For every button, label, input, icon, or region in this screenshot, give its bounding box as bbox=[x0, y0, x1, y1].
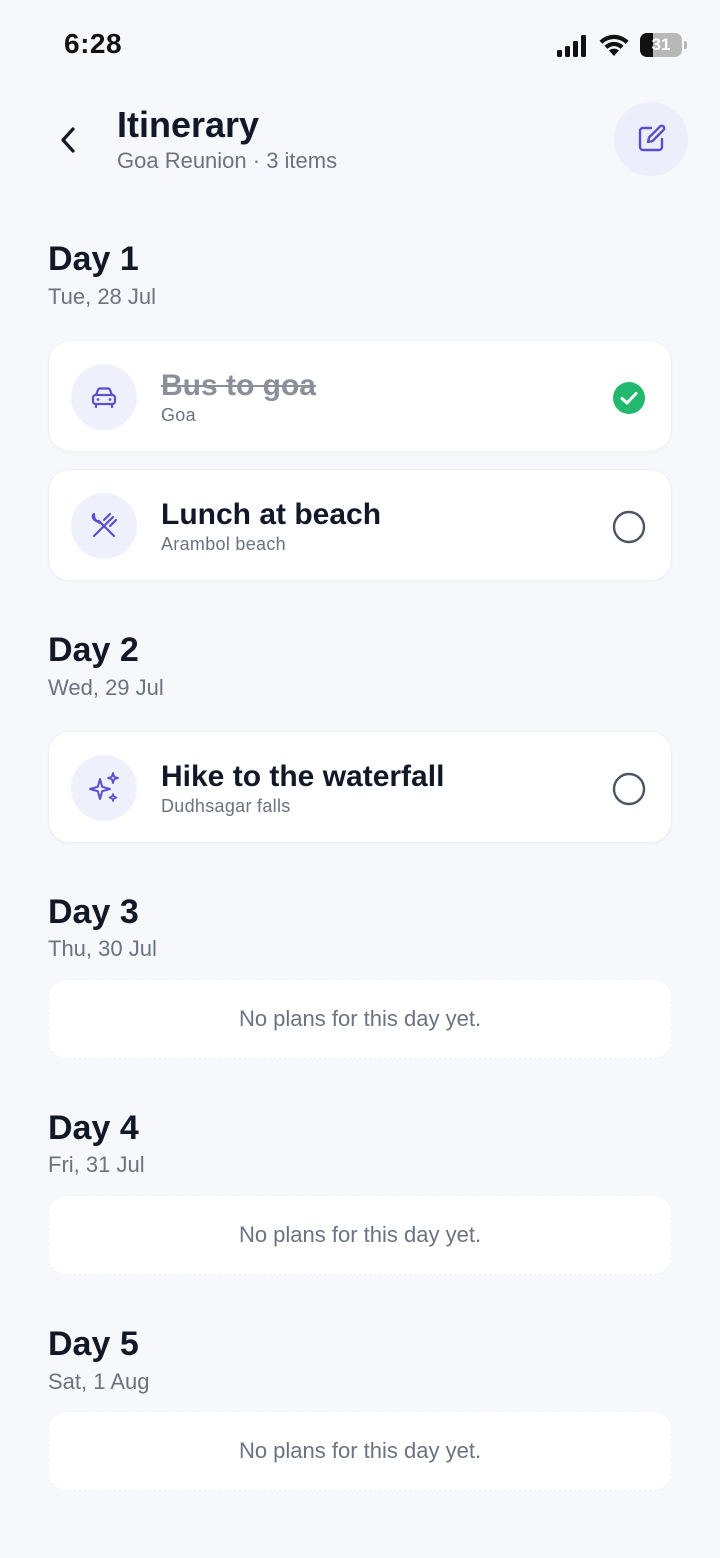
item-icon-container bbox=[71, 755, 137, 821]
day-date: Thu, 30 Jul bbox=[48, 936, 157, 961]
day-date: Sat, 1 Aug bbox=[48, 1369, 150, 1394]
itinerary-item-lunch-at-beach[interactable]: Lunch at beach Arambol beach bbox=[48, 469, 672, 581]
checked-circle-icon[interactable] bbox=[612, 381, 646, 415]
car-icon bbox=[91, 387, 117, 409]
item-icon-container bbox=[71, 364, 137, 430]
battery-indicator: 31 bbox=[640, 33, 688, 57]
unchecked-circle-icon[interactable] bbox=[612, 772, 646, 806]
day-title: Day 3 bbox=[48, 893, 139, 931]
utensils-icon bbox=[91, 512, 118, 538]
page-title: Itinerary bbox=[117, 104, 260, 145]
edit-button[interactable] bbox=[614, 102, 688, 176]
chevron-left-icon bbox=[61, 127, 75, 153]
sparkles-icon bbox=[89, 772, 119, 802]
item-title: Hike to the waterfall bbox=[161, 760, 445, 793]
item-title: Lunch at beach bbox=[161, 498, 382, 531]
status-time: 6:28 bbox=[64, 28, 123, 59]
empty-day-placeholder: No plans for this day yet. bbox=[48, 979, 672, 1059]
item-icon-container bbox=[71, 493, 137, 559]
cellular-signal-icon bbox=[557, 35, 586, 57]
day-title: Day 4 bbox=[48, 1109, 139, 1147]
item-location: Dudhsagar falls bbox=[161, 796, 291, 816]
day-date: Fri, 31 Jul bbox=[48, 1152, 145, 1177]
day-date: Wed, 29 Jul bbox=[48, 675, 164, 700]
empty-day-placeholder: No plans for this day yet. bbox=[48, 1411, 672, 1491]
edit-icon bbox=[638, 124, 666, 152]
battery-percent: 31 bbox=[651, 35, 671, 54]
item-location: Goa bbox=[161, 405, 196, 425]
back-button[interactable] bbox=[48, 118, 88, 162]
status-bar: 6:28 31 bbox=[0, 0, 720, 92]
wifi-icon bbox=[599, 34, 629, 56]
itinerary-item-hike-to-the-waterfall[interactable]: Hike to the waterfall Dudhsagar falls bbox=[48, 731, 672, 843]
item-location: Arambol beach bbox=[161, 534, 286, 554]
empty-day-placeholder: No plans for this day yet. bbox=[48, 1195, 672, 1275]
itinerary-item-bus-to-goa[interactable]: Bus to goa Goa bbox=[48, 340, 672, 452]
day-title: Day 2 bbox=[48, 631, 139, 669]
unchecked-circle-icon[interactable] bbox=[612, 510, 646, 544]
day-date: Tue, 28 Jul bbox=[48, 284, 157, 309]
day-title: Day 5 bbox=[48, 1325, 139, 1363]
page-subtitle: Goa Reunion · 3 items bbox=[117, 148, 338, 173]
item-title: Bus to goa bbox=[161, 369, 316, 402]
day-title: Day 1 bbox=[48, 240, 139, 278]
